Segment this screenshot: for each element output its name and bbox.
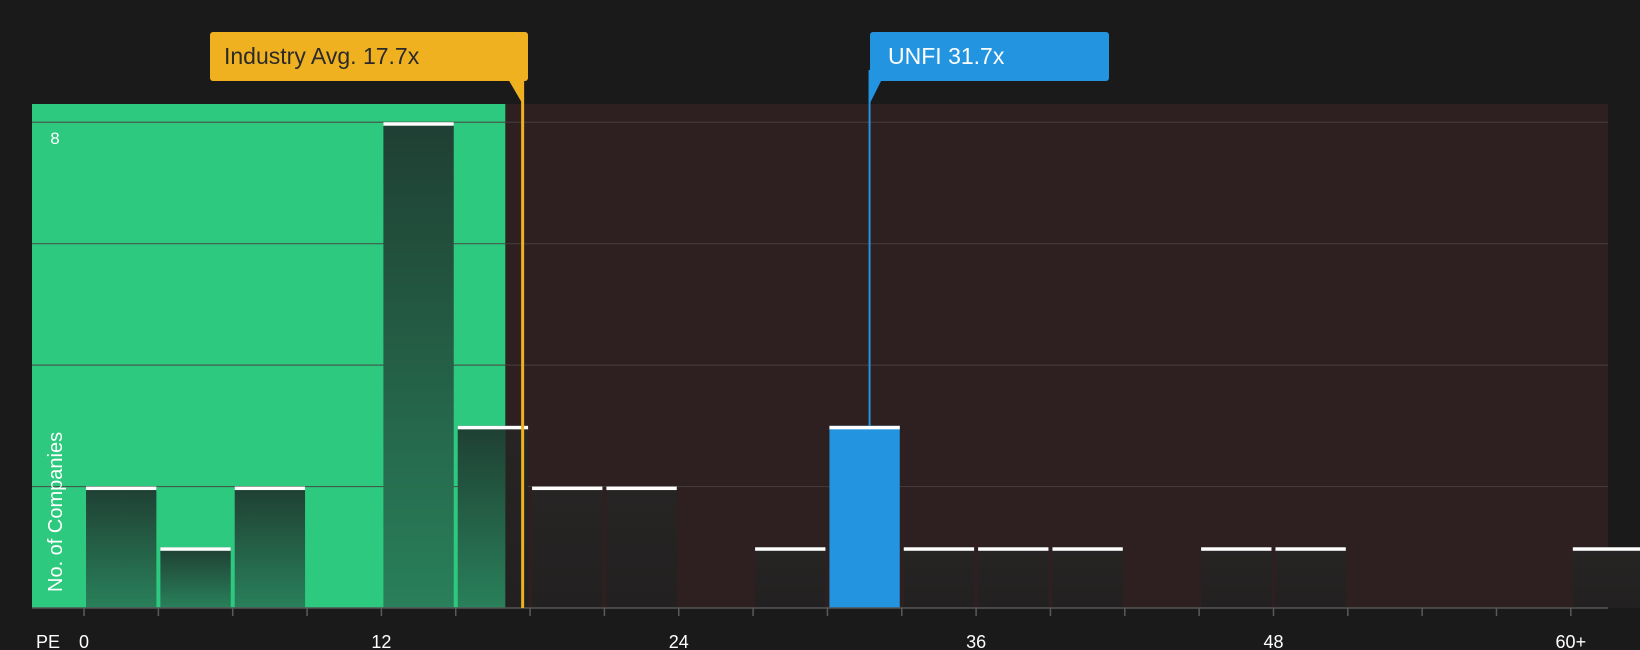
histogram-bar	[532, 486, 603, 608]
histogram-bar	[978, 547, 1049, 608]
bar-cap	[1275, 547, 1346, 551]
company-value: 31.7x	[948, 43, 1005, 69]
bar-cap	[86, 486, 157, 491]
histogram-bar	[755, 547, 826, 608]
histogram-bar	[234, 486, 306, 608]
industry-avg-pointer	[508, 80, 523, 104]
histogram-bar	[903, 547, 975, 608]
bar-cap	[903, 547, 975, 551]
bar-cap	[532, 486, 603, 491]
bar-cap	[160, 547, 231, 551]
company-callout: UNFI 31.7x	[870, 32, 1109, 81]
y-axis-label: No. of Companies	[45, 432, 67, 592]
histogram-bar	[160, 547, 231, 608]
x-tick-label: 12	[371, 632, 391, 650]
bar-cap	[1052, 547, 1123, 551]
histogram-bar	[86, 486, 157, 608]
bar-cap	[829, 425, 900, 430]
company-pointer	[869, 80, 882, 104]
histogram-bar	[1052, 547, 1123, 608]
industry-avg-label: Industry Avg.	[224, 43, 357, 69]
x-tick-label: 48	[1263, 632, 1283, 650]
bar-cap	[1572, 547, 1640, 551]
bar-cap	[457, 425, 529, 430]
histogram-bar	[383, 122, 454, 609]
x-tick-label: 24	[669, 632, 689, 650]
bar-cap	[1201, 547, 1272, 551]
histogram-bar	[1201, 547, 1272, 608]
bar-cap	[606, 486, 677, 491]
x-axis-ticks: 0 12 24 36 48 60+	[79, 608, 1586, 650]
histogram-bar	[829, 425, 900, 608]
pe-distribution-chart: 0 12 24 36 48 60+ 8 No. of Companies PE	[32, 66, 1640, 650]
x-axis-label: PE	[36, 632, 60, 650]
x-tick-label: 36	[966, 632, 986, 650]
bar-cap	[383, 122, 454, 126]
industry-avg-callout: Industry Avg. 17.7x	[210, 32, 528, 81]
histogram-bar	[606, 486, 677, 608]
histogram-bar	[457, 425, 506, 608]
histogram-bar	[1572, 547, 1640, 608]
industry-avg-value: 17.7x	[362, 43, 420, 69]
bar-cap	[234, 486, 306, 491]
bar-cap	[978, 547, 1049, 551]
histogram-bar	[505, 425, 529, 608]
bar-cap	[755, 547, 826, 551]
histogram-bar	[1275, 547, 1346, 608]
x-tick-label: 60+	[1556, 632, 1587, 650]
company-label: UNFI	[888, 43, 942, 69]
x-tick-label: 0	[79, 632, 89, 650]
y-tick-label: 8	[50, 129, 59, 148]
